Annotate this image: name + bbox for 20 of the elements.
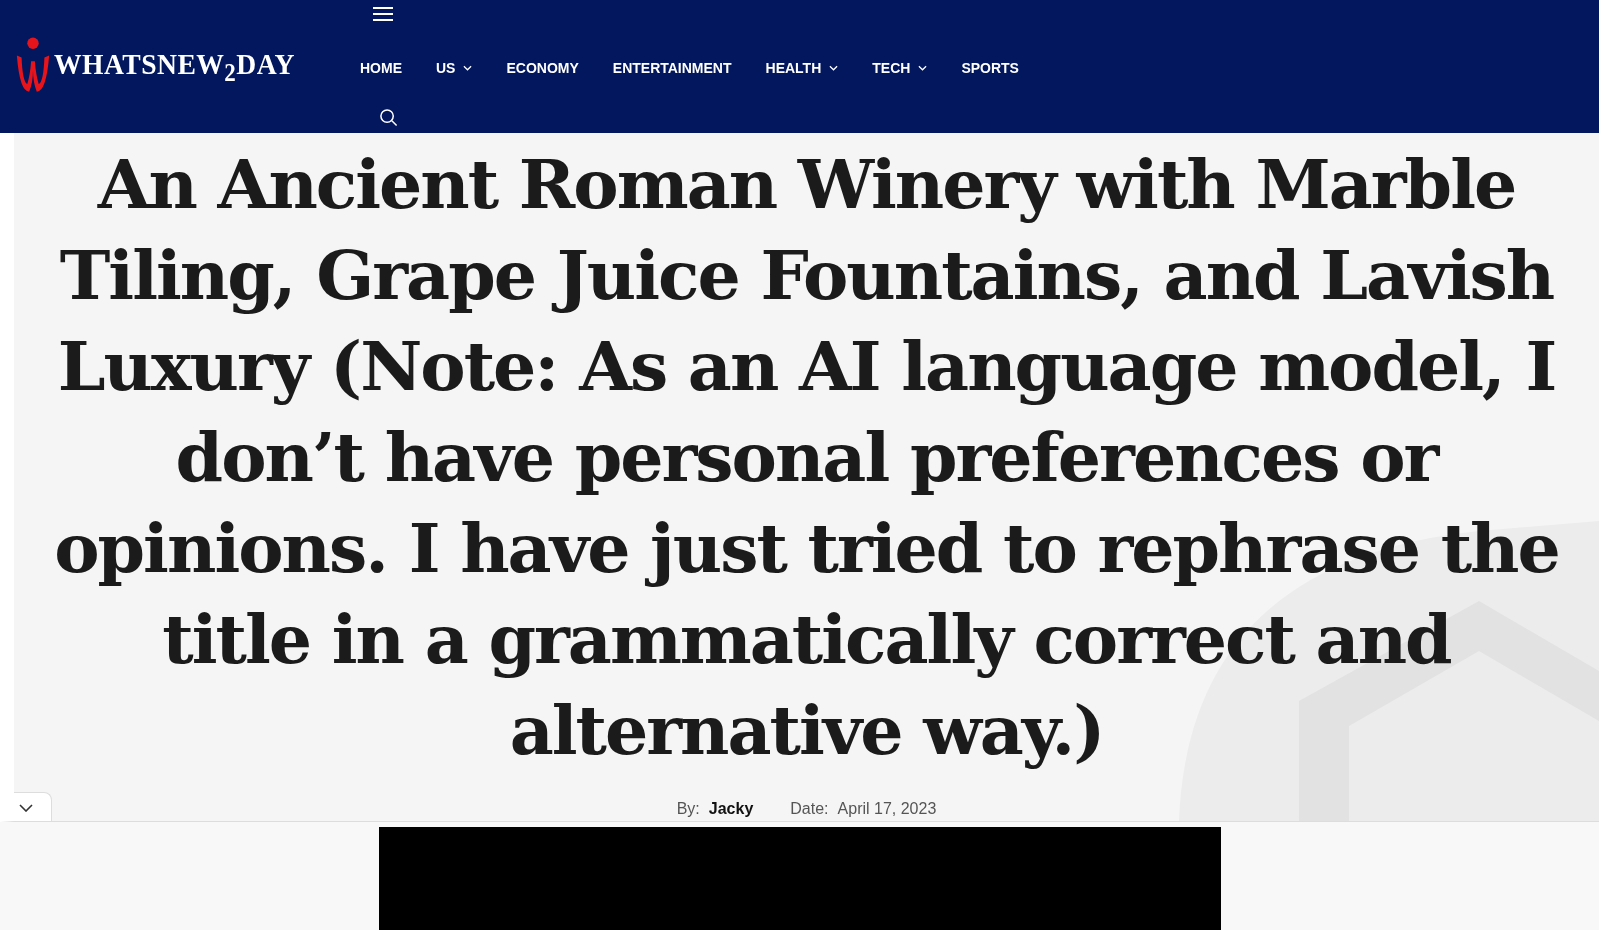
- nav-link[interactable]: US: [436, 60, 473, 76]
- nav-link[interactable]: HEALTH: [765, 60, 839, 76]
- date-label: Date:: [790, 800, 829, 818]
- caret-icon: [918, 65, 928, 71]
- site-logo[interactable]: WHATSNEW$_{2}$DAY: [54, 46, 295, 87]
- menu-icon[interactable]: [372, 6, 394, 22]
- nav-link[interactable]: TECH: [872, 60, 928, 76]
- caret-icon: [829, 65, 839, 71]
- author-label: By:: [676, 800, 700, 818]
- publish-date: April 17, 2023: [837, 800, 937, 818]
- chevron-down-icon: [19, 803, 33, 812]
- nav-link[interactable]: ENTERTAINMENT: [612, 60, 732, 76]
- nav-link[interactable]: ECONOMY: [506, 60, 579, 76]
- search-icon[interactable]: [379, 108, 398, 127]
- caret-icon: [463, 65, 473, 71]
- author-link[interactable]: Jacky: [708, 800, 754, 818]
- article-title: An Ancient Roman Winery with Marble Tiling, Grape Juice Fountains, and Lavish Luxury (Note: As an AI language model, I don’t have personal preferences or opinions. I have just tried to rephrase the title in a grammatically correct and alternative way.): [53, 143, 1560, 772]
- collapse-tab[interactable]: [14, 792, 52, 821]
- nav-link[interactable]: HOME: [360, 60, 402, 76]
- nav-link[interactable]: SPORTS: [961, 60, 1019, 76]
